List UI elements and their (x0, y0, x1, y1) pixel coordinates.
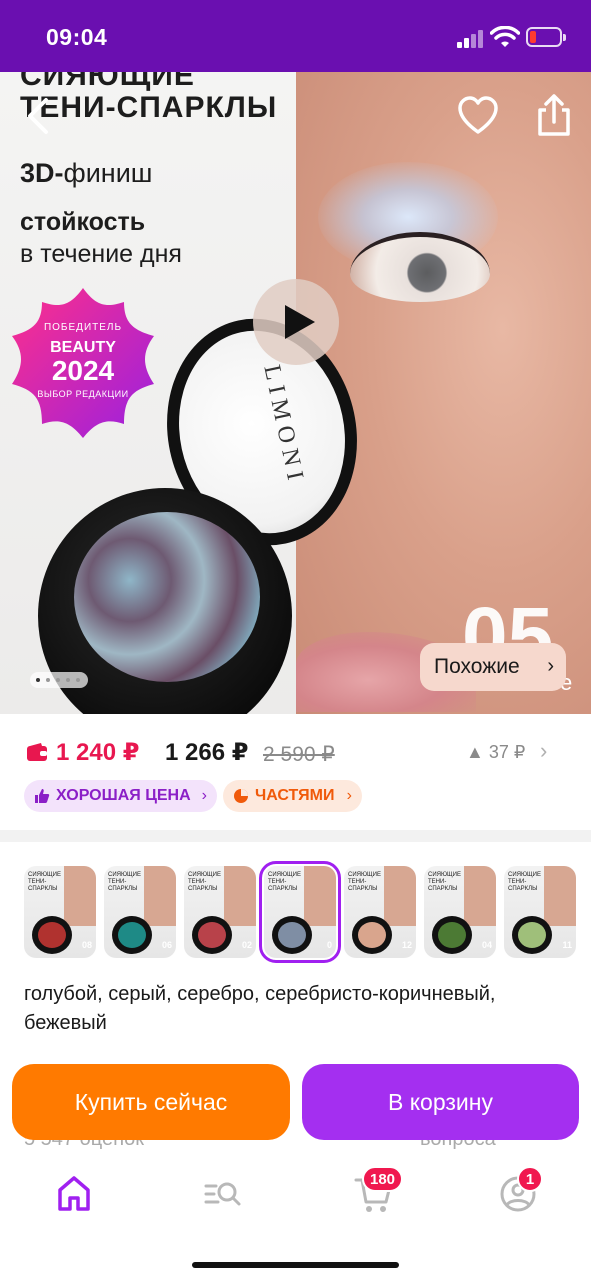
old-price: 2 590 ₽ (263, 743, 335, 766)
award-top: ПОБЕДИТЕЛЬ (43, 322, 123, 333)
add-to-cart-button[interactable]: В корзину (302, 1064, 579, 1140)
variant-model-photo (544, 866, 576, 926)
price-delta-value: 37 ₽ (488, 742, 526, 762)
play-icon (285, 305, 315, 339)
variant-compact (112, 916, 152, 954)
signal-icon (457, 30, 485, 48)
variant-compact (432, 916, 472, 954)
eyeshadow-pan (74, 512, 260, 682)
gallery-dot (56, 678, 60, 682)
variant-thumbnail-title: СИЯЮЩИЕ ТЕНИ-СПАРКЛЫ (28, 872, 61, 892)
share-icon[interactable] (532, 92, 576, 138)
variant-compact (352, 916, 392, 954)
promo-finish-rest: финиш (63, 158, 153, 188)
gallery-dot (36, 678, 40, 682)
award-text: ПОБЕДИТЕЛЬ BEAUTY 2024 ВЫБОР РЕДАКЦИИ (18, 292, 148, 399)
promo-title-line1: СИЯЮЩИЕ (20, 72, 195, 92)
current-price: 1 266 ₽ (165, 739, 249, 766)
promo-title: СИЯЮЩИЕ ТЕНИ-СПАРКЛЫ (20, 72, 277, 124)
wifi-icon (490, 26, 520, 47)
back-icon[interactable] (22, 96, 54, 136)
status-bar: 09:04 (0, 0, 591, 72)
variant-model-photo (464, 866, 496, 926)
installments-badge[interactable]: ЧАСТЯМИ › (223, 780, 362, 812)
promo-durable: стойкость в течение дня (20, 206, 182, 270)
price-card: 1 240 ₽ 1 266 ₽ 2 590 ₽ ▲ 37 ₽ › ХОРОШАЯ… (0, 714, 591, 830)
variant-shade-number: 04 (481, 940, 492, 950)
section-gap (0, 830, 591, 842)
variant-compact (32, 916, 72, 954)
variant-model-photo (224, 866, 256, 926)
catalog-search-icon[interactable] (200, 1172, 244, 1216)
promo-finish: 3D-финиш (20, 158, 152, 189)
variant-shade-number: 12 (401, 940, 412, 950)
variant-thumbnail[interactable]: СИЯЮЩИЕ ТЕНИ-СПАРКЛЫ 11 (504, 866, 576, 958)
promo-durable-rest: в течение дня (20, 240, 182, 268)
similar-label: Похожие (434, 655, 520, 678)
promo-title-line2: ТЕНИ-СПАРКЛЫ (20, 91, 278, 124)
variant-shade-number: 08 (81, 940, 92, 950)
chevron-right-icon: › (547, 655, 554, 677)
variant-thumbnail[interactable]: СИЯЮЩИЕ ТЕНИ-СПАРКЛЫ 0 (259, 861, 341, 963)
battery-icon (526, 27, 566, 47)
variant-description: голубой, серый, серебро, серебристо-кори… (24, 983, 496, 1034)
pie-chart-icon (234, 789, 248, 803)
variant-compact (272, 916, 312, 954)
home-icon[interactable] (52, 1172, 96, 1216)
similar-button[interactable]: Похожие › (420, 643, 566, 691)
card-price: 1 240 ₽ (56, 739, 140, 766)
variant-thumbnail[interactable]: СИЯЮЩИЕ ТЕНИ-СПАРКЛЫ 12 (344, 866, 416, 958)
good-price-label: ХОРОШАЯ ЦЕНА (56, 787, 191, 804)
gallery-dot (76, 678, 80, 682)
play-video-button[interactable] (253, 279, 339, 365)
variant-thumbnail-title: СИЯЮЩИЕ ТЕНИ-СПАРКЛЫ (108, 872, 141, 892)
buy-bar: Купить сейчас В корзину (0, 1060, 591, 1154)
variant-model-photo (384, 866, 416, 926)
promo-durable-bold: стойкость (20, 208, 146, 236)
buy-now-button[interactable]: Купить сейчас (12, 1064, 290, 1140)
award-sub: ВЫБОР РЕДАКЦИИ (37, 389, 129, 399)
good-price-badge[interactable]: ХОРОШАЯ ЦЕНА › (24, 780, 217, 812)
variant-model-photo (144, 866, 176, 926)
wallet-icon (27, 743, 47, 761)
variant-shade-number: 06 (161, 940, 172, 950)
gallery-dots (30, 672, 88, 688)
chevron-right-icon[interactable]: › (540, 738, 547, 764)
profile-badge: 1 (517, 1166, 543, 1192)
gallery-dot (46, 678, 50, 682)
promo-finish-bold: 3D- (20, 158, 64, 188)
product-gallery[interactable]: 05 e СИЯЮЩИЕ ТЕНИ-СПАРКЛЫ 3D-финиш стойк… (0, 72, 591, 714)
variant-model-photo (64, 866, 96, 926)
variant-compact (512, 916, 552, 954)
variant-thumbnail-title: СИЯЮЩИЕ ТЕНИ-СПАРКЛЫ (428, 872, 461, 892)
status-time: 09:04 (46, 24, 108, 50)
gallery-dot (66, 678, 70, 682)
home-indicator (192, 1262, 399, 1268)
variant-thumbnail[interactable]: СИЯЮЩИЕ ТЕНИ-СПАРКЛЫ 08 (24, 866, 96, 958)
thumbs-up-icon (35, 789, 50, 803)
variant-shade-number: 0 (326, 940, 332, 950)
variant-thumbnail-title: СИЯЮЩИЕ ТЕНИ-СПАРКЛЫ (348, 872, 381, 892)
price-delta[interactable]: ▲ 37 ₽ (466, 742, 525, 763)
variant-thumbnail-title: СИЯЮЩИЕ ТЕНИ-СПАРКЛЫ (268, 872, 301, 892)
variant-shade-number: 02 (241, 940, 252, 950)
variant-model-photo (304, 866, 336, 926)
cart-badge: 180 (362, 1166, 404, 1192)
variant-shade-number: 11 (562, 940, 572, 950)
variant-thumbnail[interactable]: СИЯЮЩИЕ ТЕНИ-СПАРКЛЫ 04 (424, 866, 496, 958)
installments-label: ЧАСТЯМИ (255, 787, 335, 804)
variant-thumbnail[interactable]: СИЯЮЩИЕ ТЕНИ-СПАРКЛЫ 02 (184, 866, 256, 958)
heart-icon[interactable] (456, 94, 500, 138)
variant-thumbnail-title: СИЯЮЩИЕ ТЕНИ-СПАРКЛЫ (188, 872, 221, 892)
variants-card: СИЯЮЩИЕ ТЕНИ-СПАРКЛЫ 08 СИЯЮЩИЕ ТЕНИ-СПАРК… (0, 842, 591, 1060)
award-year: 2024 (51, 355, 115, 386)
chevron-right-icon: › (201, 787, 207, 804)
variant-thumbnail-title: СИЯЮЩИЕ ТЕНИ-СПАРКЛЫ (508, 872, 541, 892)
variant-compact (192, 916, 232, 954)
chevron-right-icon: › (346, 787, 352, 804)
variant-thumbnail[interactable]: СИЯЮЩИЕ ТЕНИ-СПАРКЛЫ 06 (104, 866, 176, 958)
